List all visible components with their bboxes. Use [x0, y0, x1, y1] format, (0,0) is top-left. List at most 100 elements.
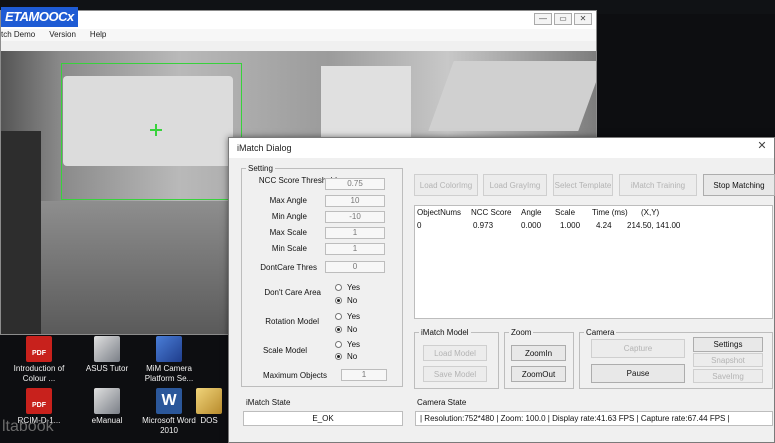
radio-dot [335, 312, 342, 320]
dont-care-no-radio[interactable]: No [335, 295, 357, 305]
desktop-icon-label: MiM Camera Platform Se... [144, 364, 194, 383]
minimize-button[interactable]: — [534, 13, 552, 25]
tool-icon [94, 336, 120, 362]
radio-dot [335, 296, 342, 304]
dontcare-thres-field[interactable]: 0 [325, 261, 385, 273]
radio-dot [335, 340, 342, 348]
results-table[interactable]: ObjectNums NCC Score Angle Scale Time (m… [414, 205, 773, 319]
zoom-legend: Zoom [511, 328, 532, 337]
max-objects-field[interactable]: 1 [341, 369, 387, 381]
min-angle-field[interactable]: -10 [325, 211, 385, 223]
imatch-state-label: iMatch State [246, 398, 291, 407]
desktop-icon-intro-colour[interactable]: Introduction of Colour ... [4, 336, 74, 384]
dialog-title-bar: iMatch Dialog ✕ [229, 138, 774, 158]
desktop-icon-mim-camera[interactable]: MiM Camera Platform Se... [134, 336, 204, 384]
camera-state-label: Camera State [417, 398, 467, 407]
min-scale-field[interactable]: 1 [325, 243, 385, 255]
zoom-out-button[interactable]: ZoomOut [511, 366, 566, 382]
desktop-icon-asus-tutor[interactable]: ASUS Tutor [72, 336, 142, 374]
radio-label: No [347, 324, 358, 334]
maximize-button[interactable]: ▭ [554, 13, 572, 25]
save-model-button[interactable]: Save Model [423, 366, 487, 382]
desktop-icon-emanual[interactable]: eManual [72, 388, 142, 426]
max-angle-label: Max Angle [269, 196, 307, 205]
dialog-close-button[interactable]: ✕ [750, 138, 774, 154]
rotation-model-label: Rotation Model [265, 317, 319, 326]
col-header-ncc-score: NCC Score [471, 208, 512, 217]
pause-button[interactable]: Pause [591, 364, 685, 383]
max-angle-field[interactable]: 10 [325, 195, 385, 207]
min-scale-label: Min Scale [271, 244, 307, 253]
radio-label: Yes [347, 339, 361, 349]
window-controls: — ▭ ✕ [534, 13, 592, 25]
col-header-time: Time (ms) [592, 208, 628, 217]
camera-object [428, 61, 596, 131]
match-center-crosshair-icon [150, 124, 162, 136]
radio-label: No [347, 295, 358, 305]
dialog-title: iMatch Dialog [237, 143, 292, 153]
camera-legend: Camera [586, 328, 615, 337]
rotation-yes-radio[interactable]: Yes [335, 311, 360, 321]
settings-button[interactable]: Settings [693, 337, 763, 352]
app-logo: ETAMOOCx [1, 7, 78, 27]
rotation-no-radio[interactable]: No [335, 324, 357, 334]
pdf-icon [26, 336, 52, 362]
select-template-button[interactable]: Select Template [553, 174, 613, 196]
radio-label: Yes [347, 311, 361, 321]
radio-dot [335, 352, 342, 360]
scale-yes-radio[interactable]: Yes [335, 339, 360, 349]
load-grayimg-button[interactable]: Load GrayImg [483, 174, 547, 196]
pdf-icon [26, 388, 52, 414]
camera-state-value: | Resolution:752*480 | Zoom: 100.0 | Dis… [415, 411, 773, 426]
radio-dot [335, 283, 342, 291]
snapshot-button[interactable]: Snapshot [693, 353, 763, 367]
saveimg-button[interactable]: SaveImg [693, 369, 763, 383]
imatch-dialog: iMatch Dialog ✕ Setting NCC Score Thresh… [228, 137, 775, 443]
table-cell: 0.973 [473, 221, 494, 230]
capture-button[interactable]: Capture [591, 339, 685, 358]
imatch-training-button[interactable]: iMatch Training [619, 174, 697, 196]
document-icon [196, 388, 222, 414]
watermark: ltabook [2, 418, 54, 435]
scale-no-radio[interactable]: No [335, 351, 357, 361]
col-header-xy: (X,Y) [641, 208, 660, 217]
menu-version[interactable]: Version [49, 29, 76, 41]
table-cell: 214.50, 141.00 [627, 221, 681, 230]
stop-matching-button[interactable]: Stop Matching [703, 174, 775, 196]
zoom-in-button[interactable]: ZoomIn [511, 345, 566, 361]
col-header-scale: Scale [555, 208, 576, 217]
table-cell: 0.000 [521, 221, 542, 230]
menu-demo[interactable]: tch Demo [1, 29, 35, 41]
desktop-icon-label: Introduction of Colour ... [13, 364, 65, 383]
radio-dot [335, 325, 342, 333]
ncc-threshold-field[interactable]: 0.75 [325, 178, 385, 190]
radio-label: No [347, 351, 358, 361]
col-header-objectnums: ObjectNums [417, 208, 462, 217]
main-title-bar: ETAMOOCx — ▭ ✕ [1, 7, 596, 29]
imatch-model-legend: iMatch Model [421, 328, 469, 337]
desktop-icon-label: DOS [200, 416, 218, 425]
camera-shadow [1, 131, 41, 334]
table-cell: 1.000 [560, 221, 581, 230]
desktop-icon-label: eManual [91, 416, 123, 425]
table-cell: 4.24 [596, 221, 612, 230]
max-objects-label: Maximum Objects [262, 371, 327, 380]
menu-help[interactable]: Help [90, 29, 106, 41]
load-colorimg-button[interactable]: Load ColorImg [414, 174, 478, 196]
dontcare-thres-label: DontCare Thres [260, 263, 317, 272]
col-header-angle: Angle [521, 208, 542, 217]
word-icon [156, 388, 182, 414]
max-scale-field[interactable]: 1 [325, 227, 385, 239]
dont-care-yes-radio[interactable]: Yes [335, 282, 360, 292]
load-model-button[interactable]: Load Model [423, 345, 487, 361]
close-button[interactable]: ✕ [574, 13, 592, 25]
table-cell: 0 [417, 221, 422, 230]
scale-model-label: Scale Model [262, 346, 307, 355]
radio-label: Yes [347, 282, 361, 292]
tool-icon [94, 388, 120, 414]
menu-bar: tch Demo Version Help [1, 29, 596, 41]
imatch-state-value: E_OK [243, 411, 403, 426]
desktop-icon-dos[interactable]: DOS [192, 388, 226, 426]
setting-legend: Setting [248, 164, 273, 173]
desktop-icon-label: ASUS Tutor [85, 364, 129, 373]
